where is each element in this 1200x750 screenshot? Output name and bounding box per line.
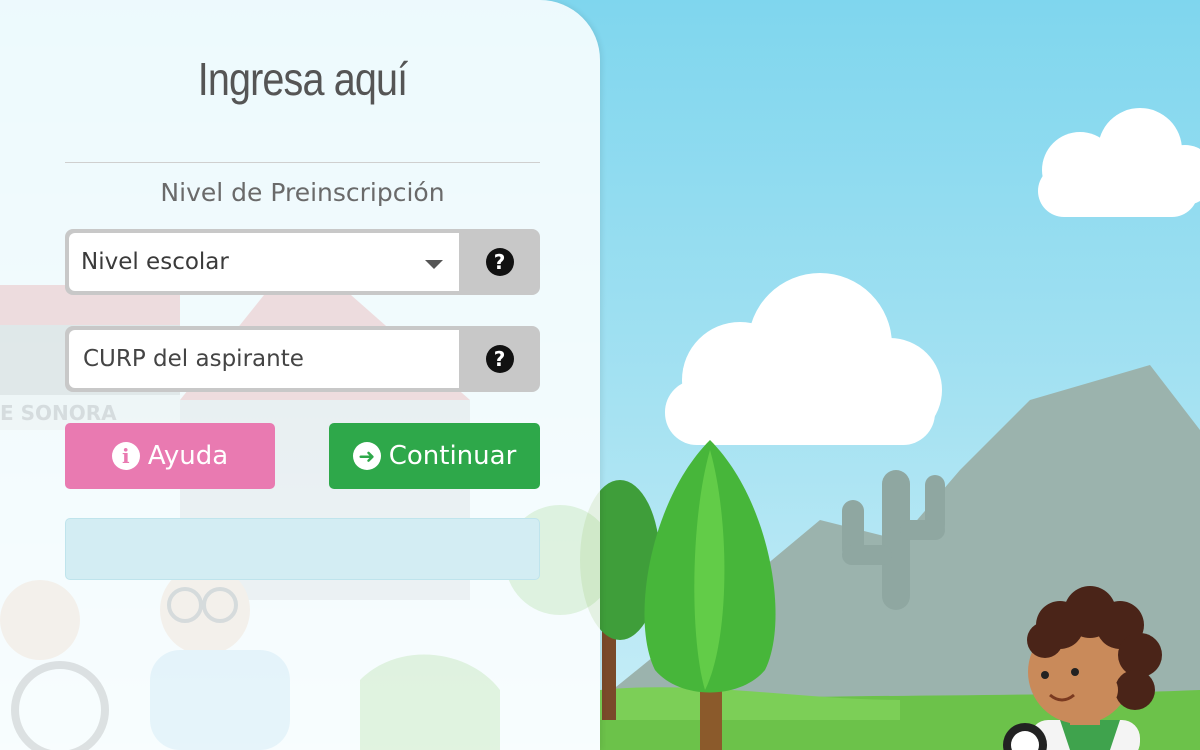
continue-button-label: Continuar: [388, 441, 517, 471]
chevron-down-icon: [425, 260, 443, 269]
curp-input-wrapper: [69, 330, 459, 388]
message-box: [65, 518, 540, 580]
continue-button[interactable]: ➜ Continuar: [329, 423, 540, 489]
arrow-circle-right-icon: ➜: [352, 442, 381, 470]
page-title: Ingresa aquí: [197, 53, 408, 105]
curp-input[interactable]: [81, 345, 459, 373]
school-level-field: Nivel escolar ?: [65, 229, 540, 295]
curp-help-button[interactable]: ?: [459, 326, 540, 392]
login-panel: E SONORA Ingresa aquí Nivel de Preinscri…: [0, 0, 600, 750]
school-level-help-button[interactable]: ?: [459, 229, 540, 295]
curp-field: ?: [65, 326, 540, 392]
info-circle-icon: i: [111, 442, 140, 470]
cloud-small: [1038, 108, 1200, 217]
school-level-selected-value: Nivel escolar: [81, 249, 229, 275]
help-button[interactable]: i Ayuda: [65, 423, 275, 489]
cloud-large: [665, 273, 942, 445]
question-circle-icon: ?: [485, 248, 514, 276]
divider: [65, 162, 540, 163]
school-level-select[interactable]: Nivel escolar: [69, 233, 459, 291]
question-circle-icon: ?: [485, 345, 514, 373]
section-subtitle: Nivel de Preinscripción: [160, 178, 445, 207]
help-button-label: Ayuda: [147, 441, 229, 471]
